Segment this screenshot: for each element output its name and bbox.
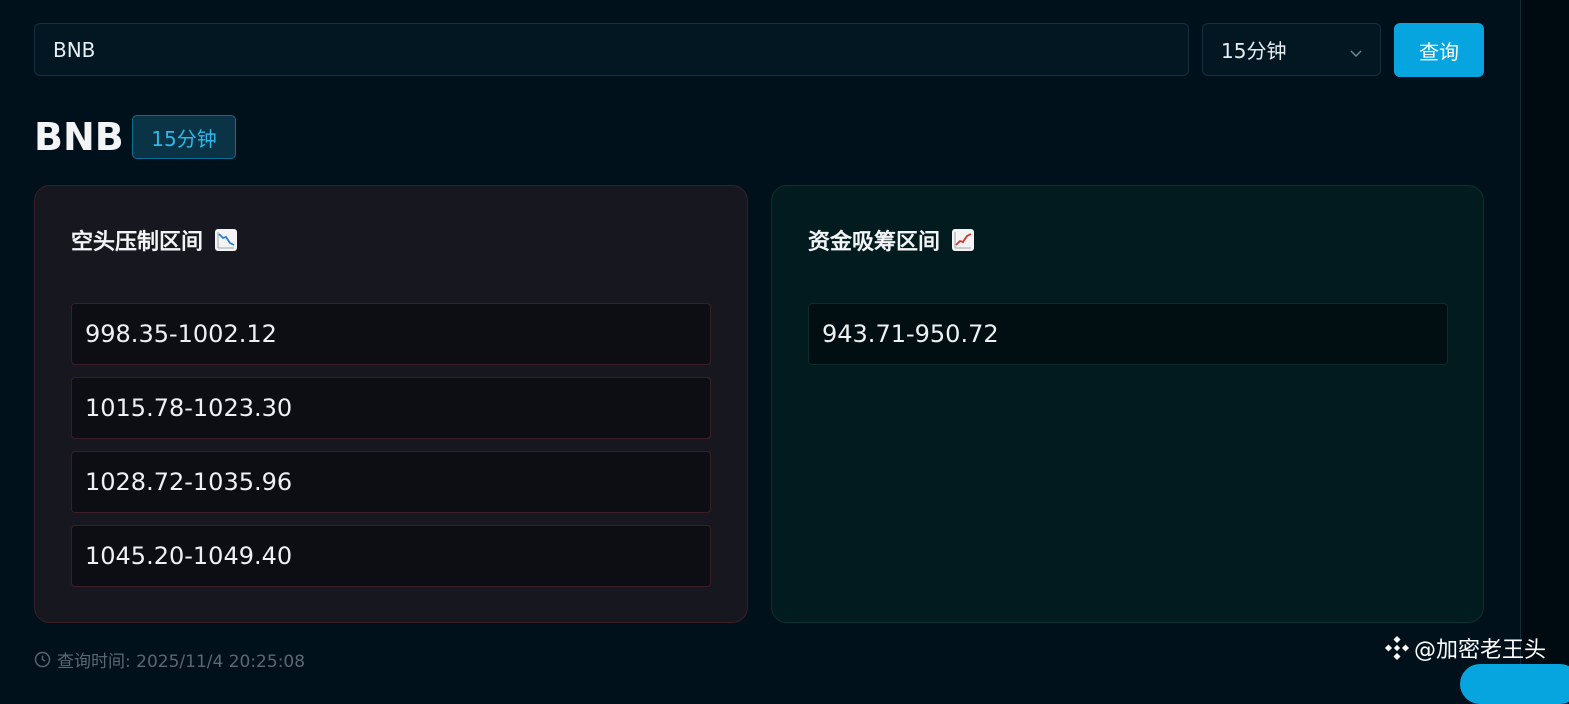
query-time-text: 查询时间: 2025/11/4 20:25:08 (57, 652, 306, 672)
query-time: 查询时间: 2025/11/4 20:25:08 (34, 647, 305, 672)
interval-badge: 15分钟 (132, 115, 236, 159)
chart-increasing-icon (952, 229, 975, 251)
bear-range-item: 1028.72-1035.96 (71, 451, 711, 513)
chevron-down-icon (1348, 42, 1364, 58)
watermark-text: @加密老王头 (1414, 638, 1547, 663)
bear-pressure-panel: 空头压制区间 998.35-1002.12 1015.78-1023.30 10… (34, 185, 748, 623)
bear-range-item: 1045.20-1049.40 (71, 525, 711, 587)
bear-panel-title: 空头压制区间 (71, 224, 238, 256)
bull-panel-title-text: 资金吸筹区间 (808, 230, 941, 255)
bear-panel-title-text: 空头压制区间 (71, 230, 204, 255)
bull-range-list: 943.71-950.72 (808, 303, 1448, 377)
bull-range-item: 943.71-950.72 (808, 303, 1448, 365)
bear-range-list: 998.35-1002.12 1015.78-1023.30 1028.72-1… (71, 303, 711, 599)
bear-range-item: 998.35-1002.12 (71, 303, 711, 365)
capital-accumulation-panel: 资金吸筹区间 943.71-950.72 (771, 185, 1484, 623)
query-button[interactable]: 查询 (1394, 23, 1484, 77)
interval-select[interactable]: 15分钟 (1202, 23, 1381, 76)
symbol-title: BNB (34, 115, 124, 159)
interval-select-value: 15分钟 (1221, 39, 1287, 63)
clock-icon (34, 651, 51, 668)
floating-action-button[interactable] (1460, 664, 1569, 704)
symbol-search-input[interactable] (34, 23, 1189, 76)
watermark: @加密老王头 (1384, 632, 1546, 664)
chart-decreasing-icon (215, 229, 238, 251)
binance-logo-icon (1384, 635, 1410, 661)
bull-panel-title: 资金吸筹区间 (808, 224, 975, 256)
bear-range-item: 1015.78-1023.30 (71, 377, 711, 439)
right-rail (1520, 0, 1569, 672)
